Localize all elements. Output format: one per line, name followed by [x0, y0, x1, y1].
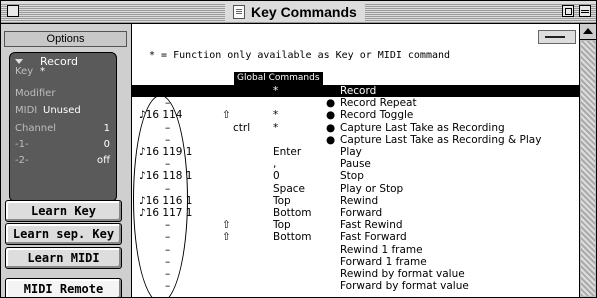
info-row-channel: Channel 1	[15, 123, 110, 134]
command-name: Rewind by format value	[340, 268, 465, 280]
key-assignment: *	[273, 109, 279, 122]
shift-modifier-icon: ⇧	[222, 219, 231, 232]
window-title: Key Commands	[225, 2, 365, 22]
command-name: Fast Forward	[340, 231, 407, 244]
command-name: Forward 1 frame	[340, 255, 427, 268]
command-name: Record Repeat	[340, 97, 417, 110]
key-assignment: Bottom	[273, 207, 312, 219]
title-bar[interactable]: Key Commands	[1, 1, 596, 24]
command-row[interactable]: – Rewind by format value	[132, 268, 579, 280]
command-name: Capture Last Take as Recording	[340, 121, 505, 134]
command-name: Forward	[340, 207, 383, 219]
command-name: Record Toggle	[340, 109, 414, 122]
command-name: Record	[340, 85, 377, 97]
zoom-slider[interactable]	[538, 30, 576, 44]
key-assignment: Enter	[273, 146, 302, 158]
scroll-track[interactable]	[581, 41, 595, 296]
learn-key-button[interactable]: Learn Key	[5, 200, 122, 222]
document-icon	[233, 5, 245, 19]
key-assignment: ,	[273, 158, 277, 171]
command-row[interactable]: – ● Record Repeat	[132, 97, 579, 109]
options-menu-button[interactable]: Options	[4, 31, 127, 47]
command-name: Rewind	[340, 194, 379, 207]
command-row[interactable]: ♪16 114 ⇧ * ● Record Toggle	[132, 109, 579, 121]
key-assignment: Top	[273, 194, 291, 207]
shift-modifier-icon: ⇧	[222, 109, 231, 122]
command-row[interactable]: – Space Play or Stop	[132, 183, 579, 195]
command-row[interactable]: –, Pause	[132, 158, 579, 170]
zoom-box-icon[interactable]	[562, 5, 574, 17]
command-name: Stop	[340, 170, 364, 183]
key-assignment: Space	[273, 182, 305, 195]
availability-dot-icon: ●	[326, 133, 336, 146]
collapse-box-icon[interactable]	[579, 5, 591, 17]
command-row[interactable]: – Forward by format value	[132, 280, 579, 292]
highlight-oval	[133, 95, 188, 297]
availability-dot-icon: ●	[326, 121, 336, 134]
command-row[interactable]: – ⇧ Bottom Fast Forward	[132, 231, 579, 243]
category-header[interactable]: Global Commands	[234, 72, 323, 85]
learn-midi-button[interactable]: Learn MIDI	[5, 247, 122, 269]
command-name: Fast Rewind	[340, 219, 403, 232]
command-name: Rewind 1 frame	[340, 243, 423, 256]
learn-sep-key-button[interactable]: Learn sep. Key	[5, 223, 122, 245]
command-row[interactable]: ♪16 116 1 Top Rewind	[132, 195, 579, 207]
left-panel: Options Record Key * Modifier MIDI Unuse…	[1, 24, 132, 297]
command-name: Capture Last Take as Recording & Play	[340, 133, 542, 146]
disclosure-triangle-icon[interactable]	[15, 59, 23, 64]
command-row[interactable]: ♪16 119 1 Enter Play	[132, 146, 579, 158]
ctrl-modifier: ctrl	[233, 121, 251, 134]
key-assignment: Top	[273, 219, 291, 232]
close-box-icon[interactable]	[7, 5, 19, 17]
availability-dot-icon: ●	[326, 97, 336, 110]
info-box: Record Key * Modifier MIDI Unused Channe…	[9, 52, 117, 202]
command-list: * = Function only available as Key or MI…	[132, 24, 579, 297]
scroll-up-arrow-icon[interactable]	[580, 24, 596, 40]
command-row[interactable]: ♪16 117 1 Bottom Forward	[132, 207, 579, 219]
key-assignment: *	[273, 121, 279, 134]
info-row-key: Key *	[15, 66, 45, 77]
info-row-midi: MIDI Unused	[15, 105, 81, 116]
command-name: Play	[340, 146, 362, 158]
key-assignment: *	[273, 85, 279, 97]
command-name: Play or Stop	[340, 182, 404, 195]
key-assignment: Bottom	[273, 231, 312, 244]
key-commands-window: Key Commands Options Record Key * Modifi…	[0, 0, 597, 298]
command-name: Pause	[340, 158, 371, 171]
midi-remote-button[interactable]: MIDI Remote	[5, 278, 122, 297]
shift-modifier-icon: ⇧	[222, 231, 231, 244]
vertical-scrollbar[interactable]	[579, 24, 596, 297]
window-title-text: Key Commands	[251, 4, 357, 20]
command-row[interactable]: – Rewind 1 frame	[132, 244, 579, 256]
key-assignment: 0	[273, 170, 280, 183]
info-row-param1: -1- 0	[15, 139, 110, 150]
command-name: Forward by format value	[340, 280, 469, 293]
command-row[interactable]: – ⇧ Top Fast Rewind	[132, 219, 579, 231]
command-row[interactable]: * Record	[132, 85, 579, 97]
info-row-modifier: Modifier	[15, 88, 56, 99]
command-row[interactable]: – ● Capture Last Take as Recording & Play	[132, 134, 579, 146]
command-row[interactable]: ♪16 118 1 0 Stop	[132, 170, 579, 182]
footnote-text: * = Function only available as Key or MI…	[149, 50, 451, 61]
command-row[interactable]: – ctrl * ● Capture Last Take as Recording	[132, 122, 579, 134]
info-row-param2: -2- off	[15, 155, 110, 166]
availability-dot-icon: ●	[326, 109, 336, 122]
command-row[interactable]: – Forward 1 frame	[132, 256, 579, 268]
